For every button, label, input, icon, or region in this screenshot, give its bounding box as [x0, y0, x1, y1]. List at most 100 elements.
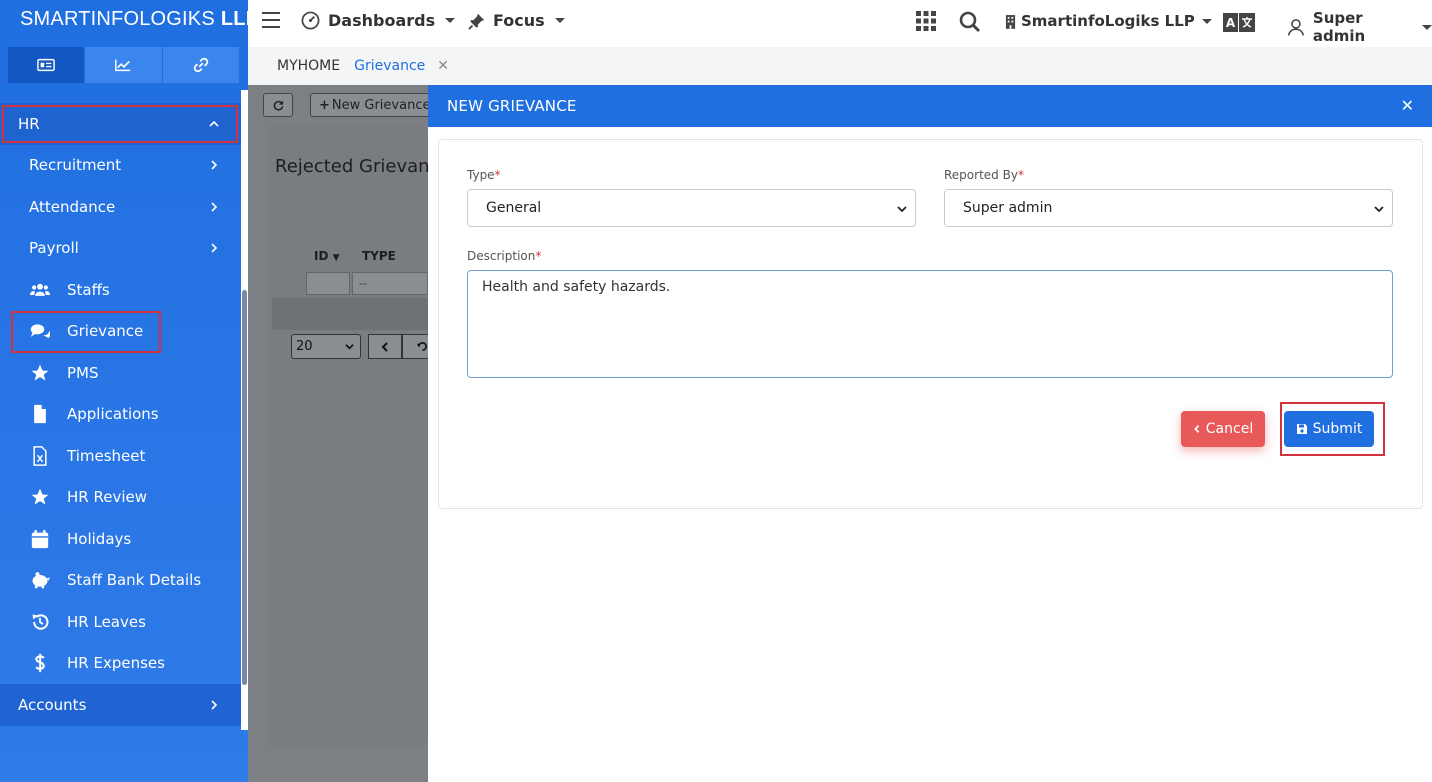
dashboards-menu[interactable]: Dashboards: [301, 11, 456, 30]
sidebar-item-label: PMS: [67, 363, 99, 382]
star-icon: [31, 364, 49, 381]
translate-icon[interactable]: A: [1223, 13, 1255, 32]
type-label: Type*: [467, 168, 501, 182]
sidebar: SMARTINFOLOGIKSLLP HR Recruitment Attend…: [0, 0, 248, 782]
highlight-submit-button: [1280, 402, 1385, 456]
dollar-icon: [35, 654, 45, 673]
chevron-left-icon: [1193, 425, 1200, 433]
table-filter-row: --: [278, 270, 428, 296]
thumbtack-icon: [468, 13, 485, 30]
sidebar-item-hr-expenses[interactable]: HR Expenses: [0, 643, 241, 685]
sidebar-item-attendance[interactable]: Attendance: [0, 186, 241, 228]
sidebar-item-staffs[interactable]: Staffs: [0, 269, 241, 311]
link-icon: [193, 57, 209, 73]
sidebar-item-hr-review[interactable]: HR Review: [0, 477, 241, 519]
caret-down-icon: [1422, 24, 1432, 30]
sidebar-item-label: Recruitment: [29, 156, 122, 175]
sidebar-item-hr-leaves[interactable]: HR Leaves: [0, 601, 241, 643]
close-icon[interactable]: ✕: [1401, 96, 1414, 115]
caret-down-icon: [445, 18, 456, 23]
table-empty-row: [272, 298, 428, 330]
id-filter-input[interactable]: [306, 272, 350, 295]
svg-text:A: A: [1226, 16, 1236, 30]
refresh-icon: [273, 99, 283, 110]
background-card: Rejected Grievanc ID ▼ TYPE -- 20: [268, 126, 439, 746]
tab-myhome[interactable]: MYHOME: [277, 58, 340, 74]
column-id[interactable]: ID ▼: [314, 249, 340, 263]
user-icon: [1288, 18, 1304, 36]
file-excel-icon: [33, 445, 47, 466]
sidebar-item-label: Applications: [67, 405, 159, 424]
sidebar-item-staff-bank-details[interactable]: Staff Bank Details: [0, 560, 241, 602]
new-grievance-button[interactable]: + New Grievance: [310, 93, 440, 117]
type-select[interactable]: General: [467, 189, 916, 227]
sidebar-item-label: Holidays: [67, 529, 132, 548]
chevron-right-icon: [211, 700, 218, 710]
id-card-icon: [37, 58, 55, 72]
chevron-right-icon: [211, 160, 218, 170]
sidebar-section-accounts[interactable]: Accounts: [0, 684, 241, 726]
table-header: ID ▼ TYPE: [278, 243, 428, 269]
dashboards-label: Dashboards: [328, 11, 436, 30]
chart-line-icon: [115, 59, 131, 72]
description-text: Health and safety hazards.: [482, 279, 671, 295]
tab-strip: MYHOME Grievance ✕: [248, 47, 1432, 85]
close-tab-icon[interactable]: ✕: [437, 58, 449, 74]
sidebar-item-holidays[interactable]: Holidays: [0, 518, 241, 560]
brand-suffix: LLP: [220, 7, 248, 30]
page-title: Rejected Grievanc: [275, 156, 440, 177]
reload-page-button[interactable]: [402, 334, 428, 359]
reported-by-select[interactable]: Super admin: [944, 189, 1393, 227]
sidebar-tab-profile[interactable]: [8, 47, 86, 83]
company-selector[interactable]: SmartinfoLogiks LLP: [1005, 12, 1212, 30]
chevron-down-icon: [345, 344, 354, 350]
scrollbar-thumb[interactable]: [242, 290, 247, 685]
hamburger-menu-icon[interactable]: [262, 12, 280, 28]
sidebar-item-recruitment[interactable]: Recruitment: [0, 145, 241, 187]
description-label: Description*: [467, 249, 542, 263]
type-select-value: General: [486, 200, 542, 216]
file-icon: [34, 405, 46, 424]
search-icon[interactable]: [959, 11, 981, 33]
top-bar: Dashboards Focus SmartinfoLogiks LLP A S…: [248, 0, 1432, 47]
sidebar-scrollbar[interactable]: [241, 90, 248, 730]
sidebar-item-label: HR Expenses: [67, 654, 165, 673]
page-size-select[interactable]: 20: [291, 334, 361, 359]
grievance-form: Type* General Reported By* Super admin D…: [438, 139, 1423, 509]
sidebar-item-label: Staff Bank Details: [67, 571, 202, 590]
highlight-grievance-item: [11, 311, 161, 353]
cancel-label: Cancel: [1205, 421, 1254, 437]
sidebar-item-timesheet[interactable]: Timesheet: [0, 435, 241, 477]
drawer-header: NEW GRIEVANCE: [428, 85, 1432, 127]
sidebar-item-label: Timesheet: [67, 446, 146, 465]
piggy-bank-icon: [32, 572, 50, 589]
sidebar-item-pms[interactable]: PMS: [0, 352, 241, 394]
apps-grid-icon[interactable]: [916, 11, 936, 31]
sidebar-tab-links[interactable]: [162, 47, 240, 83]
brand-logo[interactable]: SMARTINFOLOGIKSLLP: [0, 0, 248, 38]
cancel-button[interactable]: Cancel: [1181, 411, 1265, 447]
description-textarea[interactable]: Health and safety hazards.: [467, 270, 1393, 378]
chevron-down-icon: [897, 206, 907, 213]
sidebar-tabs: [8, 47, 240, 83]
undo-icon: [417, 342, 427, 351]
caret-down-icon: [554, 18, 565, 23]
new-grievance-drawer: NEW GRIEVANCE ✕ Type* General Reported B…: [428, 85, 1432, 782]
user-menu[interactable]: Super admin: [1287, 9, 1432, 45]
sidebar-item-label: Staffs: [67, 280, 110, 299]
sidebar-section-label: Accounts: [18, 695, 87, 714]
column-type[interactable]: TYPE: [362, 249, 396, 263]
tab-grievance[interactable]: Grievance: [354, 58, 425, 74]
prev-page-button[interactable]: [368, 334, 402, 359]
sidebar-item-applications[interactable]: Applications: [0, 394, 241, 436]
users-icon: [30, 283, 50, 296]
sidebar-menu: HR Recruitment Attendance Payroll Staffs…: [0, 103, 241, 726]
refresh-button[interactable]: [263, 93, 293, 117]
dashboard-gauge-icon: [301, 11, 320, 30]
focus-menu[interactable]: Focus: [468, 11, 565, 30]
type-filter-input[interactable]: --: [352, 272, 428, 295]
sidebar-item-payroll[interactable]: Payroll: [0, 228, 241, 270]
drawer-title: NEW GRIEVANCE: [447, 97, 577, 115]
sidebar-tab-reports[interactable]: [85, 47, 163, 83]
brand-name: SMARTINFOLOGIKS: [20, 7, 215, 30]
